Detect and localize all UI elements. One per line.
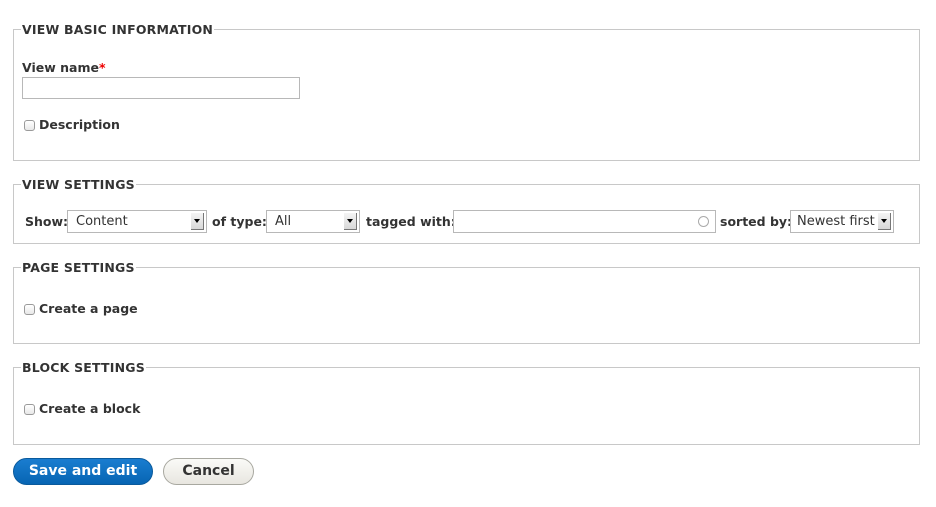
type-select[interactable]: All bbox=[266, 210, 360, 233]
view-name-label: View name* bbox=[22, 60, 106, 75]
tagged-with-input[interactable] bbox=[453, 210, 716, 233]
chevron-down-icon bbox=[344, 213, 357, 230]
page-settings-fieldset: PAGE SETTINGS Create a page bbox=[13, 260, 920, 344]
sorted-by-select-value: Newest first bbox=[797, 214, 875, 229]
cancel-button[interactable]: Cancel bbox=[163, 458, 254, 485]
create-block-label[interactable]: Create a block bbox=[39, 401, 140, 416]
chevron-down-icon bbox=[191, 213, 204, 230]
type-select-value: All bbox=[275, 214, 292, 229]
show-label: Show: bbox=[25, 214, 69, 229]
type-label: of type: bbox=[212, 214, 267, 229]
fieldset-legend: BLOCK SETTINGS bbox=[21, 360, 146, 375]
view-basic-information-fieldset: VIEW BASIC INFORMATION View name* Descri… bbox=[13, 22, 920, 161]
view-name-input[interactable] bbox=[22, 77, 300, 99]
block-settings-fieldset: BLOCK SETTINGS Create a block bbox=[13, 360, 920, 445]
fieldset-legend: PAGE SETTINGS bbox=[21, 260, 136, 275]
create-page-label[interactable]: Create a page bbox=[39, 301, 138, 316]
show-select[interactable]: Content bbox=[67, 210, 207, 233]
save-and-edit-button[interactable]: Save and edit bbox=[13, 458, 153, 485]
fieldset-legend: VIEW SETTINGS bbox=[21, 177, 136, 192]
description-label[interactable]: Description bbox=[39, 117, 120, 132]
create-page-checkbox[interactable] bbox=[24, 304, 35, 315]
view-name-label-text: View name bbox=[22, 60, 99, 75]
sorted-by-label: sorted by: bbox=[720, 214, 793, 229]
show-select-value: Content bbox=[76, 214, 128, 229]
create-block-checkbox[interactable] bbox=[24, 404, 35, 415]
sorted-by-select[interactable]: Newest first bbox=[790, 210, 894, 233]
view-settings-fieldset: VIEW SETTINGS Show: Content of type: All… bbox=[13, 177, 920, 244]
tagged-with-label: tagged with: bbox=[366, 214, 456, 229]
fieldset-legend: VIEW BASIC INFORMATION bbox=[21, 22, 215, 37]
autocomplete-throbber-icon bbox=[698, 216, 709, 227]
description-checkbox[interactable] bbox=[24, 120, 35, 131]
chevron-down-icon bbox=[878, 213, 891, 230]
required-marker: * bbox=[98, 60, 106, 75]
